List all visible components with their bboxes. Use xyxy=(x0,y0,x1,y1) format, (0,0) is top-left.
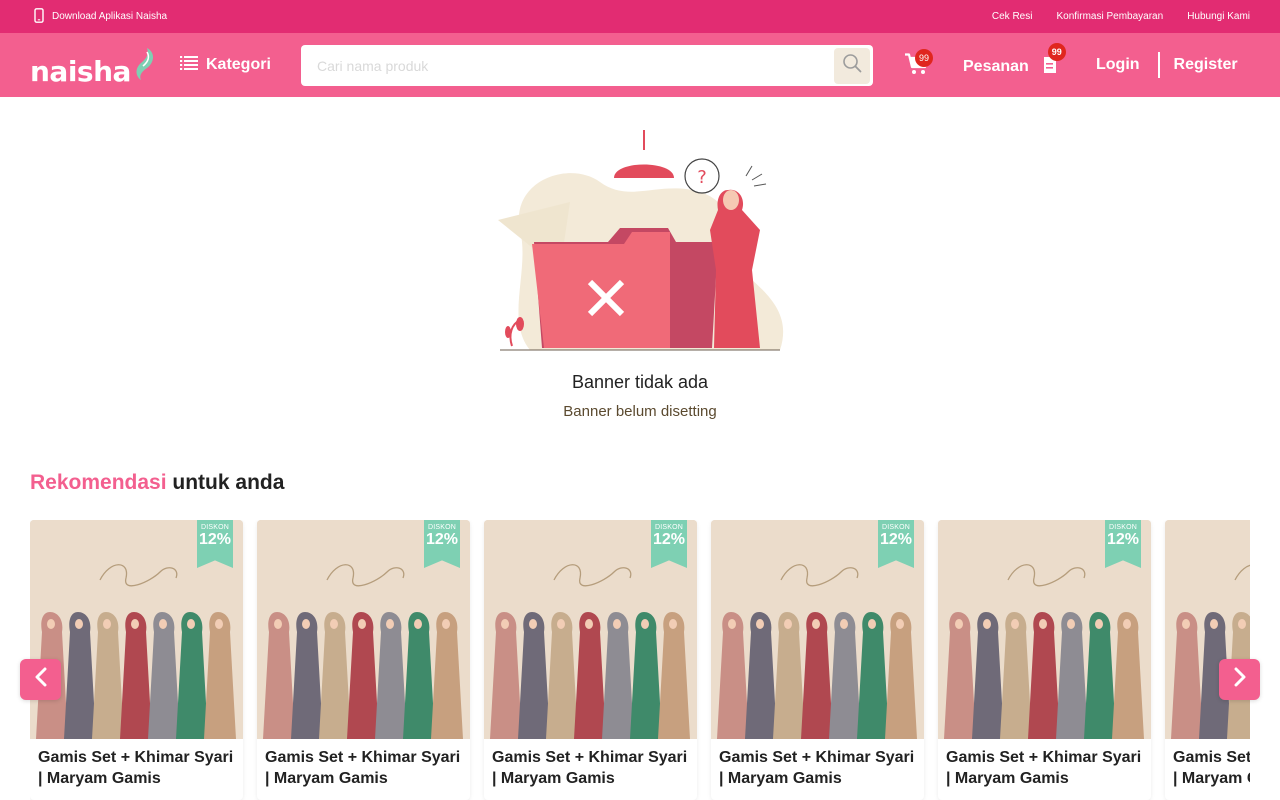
discount-value: 12% xyxy=(198,531,232,548)
product-image: DISKON12% xyxy=(30,520,243,739)
empty-banner-title: Banner tidak ada xyxy=(571,372,709,392)
konfirmasi-pembayaran-link[interactable]: Konfirmasi Pembayaran xyxy=(1056,11,1163,22)
recommendations-heading: Rekomendasi untuk anda xyxy=(30,471,284,495)
login-link[interactable]: Login xyxy=(1096,56,1140,74)
product-name: Gamis Set + Khimar Syari | Maryam Gamis xyxy=(38,749,234,787)
auth-links: Login Register xyxy=(1096,52,1238,78)
product-card[interactable]: DISKON12% Gamis Set + Khimar Syari | Mary… xyxy=(938,520,1151,800)
auth-divider xyxy=(1157,52,1160,78)
search-bar xyxy=(301,45,873,86)
product-carousel: DISKON 12% Gamis Set + Khimar Syari | Mary… xyxy=(30,520,1250,800)
product-card[interactable]: DISKON12% Gamis Set + Khimar Syari | Mary… xyxy=(711,520,924,800)
search-icon xyxy=(842,53,862,78)
pesanan-button[interactable]: Pesanan 99 xyxy=(963,43,1066,80)
search-button[interactable] xyxy=(834,47,870,84)
kategori-button[interactable]: Kategori xyxy=(180,55,271,75)
discount-label: DISKON xyxy=(427,524,457,531)
product-image: DISKON12% xyxy=(484,520,697,739)
leaf-logo-icon xyxy=(133,46,157,87)
product-image: DISKON12% xyxy=(711,520,924,739)
product-name: Gamis Set + Khimar Syari | Maryam Gamis xyxy=(719,749,915,787)
product-name: Gamis Set + Khimar Syari | Maryam Gamis xyxy=(1173,749,1250,787)
download-app-link[interactable]: Download Aplikasi Naisha xyxy=(34,7,168,26)
orders-icon-wrap: 99 xyxy=(1041,43,1066,80)
chevron-right-icon xyxy=(1233,667,1247,692)
discount-value: 12% xyxy=(652,531,686,548)
search-input[interactable] xyxy=(301,45,834,86)
product-track: DISKON 12% Gamis Set + Khimar Syari | Mary… xyxy=(30,520,1250,800)
product-image: DISKON12% xyxy=(938,520,1151,739)
discount-value: 12% xyxy=(879,531,913,548)
recommendations-heading-accent: Rekomendasi xyxy=(30,471,167,494)
empty-banner-subtitle: Banner belum disetting xyxy=(563,403,717,420)
product-name: Gamis Set + Khimar Syari | Maryam Gamis xyxy=(492,749,688,787)
logo-text: naisha xyxy=(30,55,131,88)
kategori-label: Kategori xyxy=(206,56,271,73)
discount-value: 12% xyxy=(425,531,459,548)
product-name: Gamis Set + Khimar Syari | Maryam Gamis xyxy=(946,749,1142,787)
main-header: naisha Kategori Cari nama produk 99 Pesa… xyxy=(0,33,1280,97)
carousel-prev-button[interactable] xyxy=(20,659,61,700)
cart-count-badge: 99 xyxy=(915,49,933,67)
hubungi-kami-link[interactable]: Hubungi Kami xyxy=(1187,11,1250,22)
product-name: Gamis Set + Khimar Syari | Maryam Gamis xyxy=(265,749,461,787)
discount-label: DISKON xyxy=(200,524,230,531)
register-link[interactable]: Register xyxy=(1174,56,1238,74)
phone-icon xyxy=(34,7,44,26)
discount-label: DISKON xyxy=(654,524,684,531)
product-image: DISKON12% xyxy=(257,520,470,739)
product-card[interactable]: DISKON12% Gamis Set + Khimar Syari | Mary… xyxy=(30,520,243,800)
discount-label: DISKON xyxy=(881,524,911,531)
discount-value: 12% xyxy=(1106,531,1140,548)
cart-button[interactable]: 99 xyxy=(905,49,933,80)
logo[interactable]: naisha xyxy=(30,46,157,89)
download-app-label: Download Aplikasi Naisha xyxy=(52,11,168,22)
product-card[interactable]: DISKON12% Gamis Set + Khimar Syari | Mary… xyxy=(257,520,470,800)
pesanan-count-badge: 99 xyxy=(1047,43,1066,61)
menu-list-icon xyxy=(180,55,198,75)
empty-banner-section: ? Banner tidak ada Banner belum disettin… xyxy=(0,120,1280,420)
pesanan-label: Pesanan xyxy=(963,57,1029,75)
orders-icon xyxy=(1041,57,1059,79)
carousel-next-button[interactable] xyxy=(1219,659,1260,700)
cek-resi-link[interactable]: Cek Resi xyxy=(992,11,1033,22)
top-utility-bar: Download Aplikasi Naisha Cek Resi Konfir… xyxy=(0,0,1280,33)
chevron-left-icon xyxy=(34,667,48,692)
svg-text:?: ? xyxy=(697,167,707,188)
product-card[interactable]: DISKON12% Gamis Set + Khimar Syari | Mary… xyxy=(484,520,697,800)
recommendations-heading-rest: untuk anda xyxy=(166,471,285,494)
discount-label: DISKON xyxy=(1108,524,1138,531)
empty-folder-illustration: ? xyxy=(498,130,784,351)
product-image: DISKON12% xyxy=(1165,520,1250,739)
